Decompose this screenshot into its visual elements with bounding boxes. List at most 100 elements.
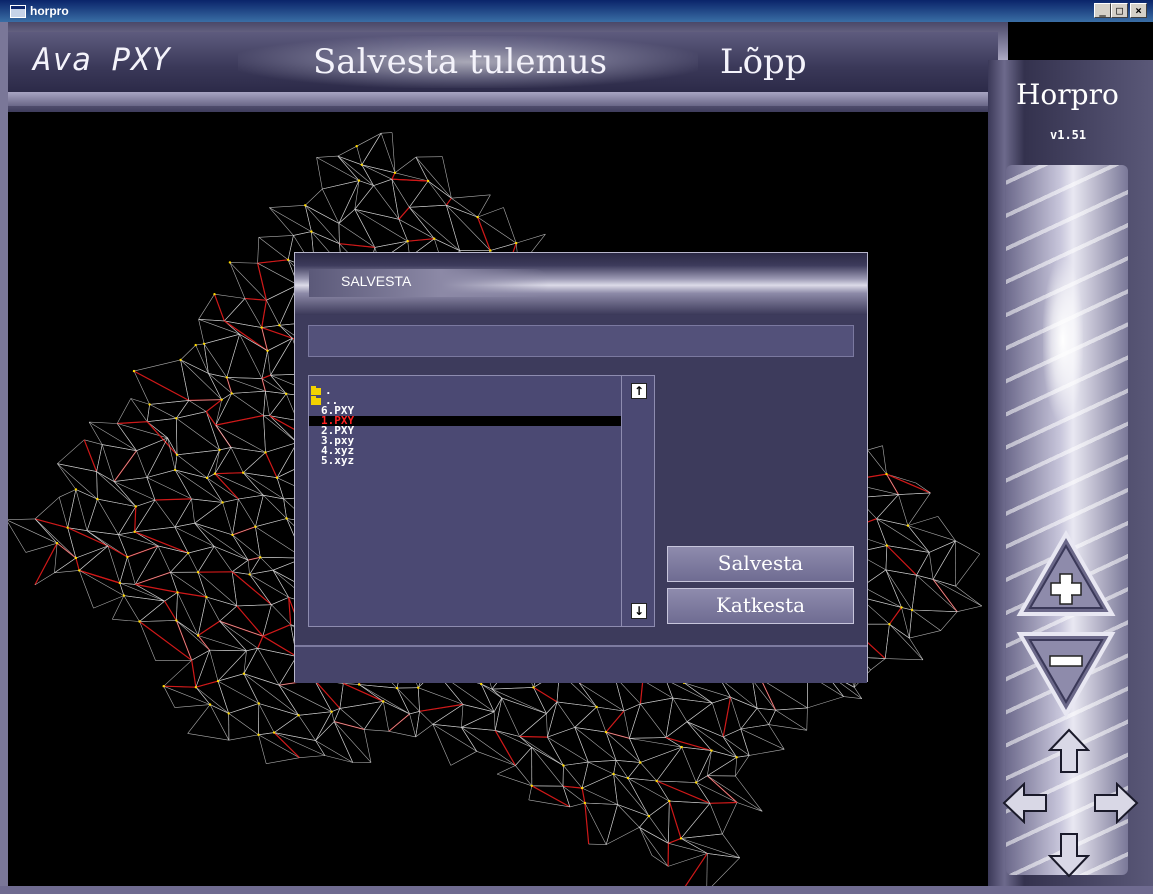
pan-left-button[interactable] xyxy=(1002,782,1048,824)
mesh-edge xyxy=(59,489,77,498)
file-item[interactable]: 2.PXY xyxy=(309,425,621,436)
mesh-edge xyxy=(494,697,503,731)
mesh-edge xyxy=(135,545,159,585)
mesh-node xyxy=(885,472,888,476)
maximize-button[interactable]: □ xyxy=(1111,3,1128,18)
mesh-edge xyxy=(229,262,267,301)
mesh-edge xyxy=(174,454,178,470)
mesh-edge xyxy=(937,516,956,541)
mesh-edge xyxy=(176,418,220,451)
mesh-edge xyxy=(907,516,939,526)
mesh-edge xyxy=(261,325,280,328)
cancel-button[interactable]: Katkesta xyxy=(667,588,854,624)
mesh-edge xyxy=(757,707,776,711)
pan-up-button[interactable] xyxy=(1048,728,1090,774)
mesh-edge xyxy=(569,802,585,808)
mesh-edge xyxy=(613,760,617,775)
mesh-edge xyxy=(242,452,266,473)
mesh-edge xyxy=(118,534,128,558)
mesh-node xyxy=(357,179,361,182)
mesh-edge xyxy=(356,146,363,165)
filename-input[interactable] xyxy=(308,325,854,357)
file-item[interactable]: 5.xyz xyxy=(309,455,621,466)
mesh-edge xyxy=(665,721,688,738)
window-titlebar[interactable]: horpro _ □ × xyxy=(0,0,1153,22)
mesh-edge xyxy=(427,180,452,199)
mesh-edge xyxy=(208,373,222,400)
file-item[interactable]: 1.PXY xyxy=(309,415,621,426)
mesh-node xyxy=(530,784,533,787)
mesh-edge xyxy=(581,787,618,805)
mesh-edge xyxy=(266,300,280,326)
mesh-edge xyxy=(888,607,902,625)
mesh-edge xyxy=(898,492,931,495)
mesh-edge xyxy=(361,133,382,165)
mesh-edge xyxy=(263,415,266,453)
mesh-node xyxy=(66,526,69,529)
mesh-edge xyxy=(116,423,137,451)
mesh-edge xyxy=(909,630,941,639)
mesh-edge xyxy=(170,552,189,573)
mesh-edge xyxy=(261,300,267,328)
mesh-edge xyxy=(54,557,77,574)
mesh-edge xyxy=(79,569,120,584)
mesh-edge xyxy=(957,605,982,612)
mesh-edge xyxy=(113,450,137,482)
mesh-edge xyxy=(117,421,148,425)
mesh-edge xyxy=(230,447,266,453)
mesh-edge xyxy=(146,421,178,456)
mesh-node xyxy=(74,556,78,560)
folder-item[interactable]: . xyxy=(309,385,621,396)
mesh-node xyxy=(162,685,165,688)
zoom-in-button[interactable] xyxy=(1016,530,1116,620)
folder-item[interactable]: .. xyxy=(309,395,621,406)
file-item[interactable]: 3.pxy xyxy=(309,435,621,446)
mesh-edge xyxy=(215,424,266,453)
mesh-node xyxy=(580,786,584,790)
menu-save-result[interactable]: Salvesta tulemus xyxy=(313,42,607,82)
mesh-edge xyxy=(313,679,341,709)
mesh-edge xyxy=(417,687,420,712)
scroll-down-button[interactable]: ↓ xyxy=(624,598,652,624)
pan-down-button[interactable] xyxy=(1048,832,1090,878)
mesh-edge xyxy=(768,724,807,731)
close-button[interactable]: × xyxy=(1130,3,1147,18)
zoom-out-button[interactable] xyxy=(1016,628,1116,718)
mesh-edge xyxy=(8,518,36,520)
minimize-button[interactable]: _ xyxy=(1094,3,1111,18)
mesh-edge xyxy=(932,579,958,612)
mesh-edge xyxy=(93,595,125,609)
menu-open-pxy[interactable]: Ava PXY xyxy=(33,42,171,78)
mesh-edge xyxy=(885,569,902,608)
file-list-scrollbar[interactable]: ↑ ↓ xyxy=(621,375,655,627)
mesh-node xyxy=(264,451,267,454)
mesh-edge xyxy=(228,734,259,741)
mesh-edge xyxy=(889,623,924,661)
mesh-edge xyxy=(462,704,495,713)
mesh-node xyxy=(382,700,385,703)
mesh-node xyxy=(647,814,651,818)
save-button[interactable]: Salvesta xyxy=(667,546,854,582)
mesh-edge xyxy=(562,785,583,789)
mesh-edge xyxy=(909,637,924,660)
file-item[interactable]: 4.xyz xyxy=(309,445,621,456)
mesh-edge xyxy=(298,711,332,716)
file-item[interactable]: 6.PXY xyxy=(309,405,621,416)
mesh-edge xyxy=(187,733,229,741)
mesh-edge xyxy=(164,600,177,621)
mesh-edge xyxy=(409,713,416,737)
mesh-edge xyxy=(876,518,930,553)
pan-right-button[interactable] xyxy=(1093,782,1139,824)
mesh-edge xyxy=(96,471,136,507)
menu-exit[interactable]: Lõpp xyxy=(720,42,807,82)
mesh-edge xyxy=(531,747,564,787)
mesh-node xyxy=(532,686,535,689)
mesh-edge xyxy=(149,400,189,405)
mesh-edge xyxy=(322,188,340,224)
mesh-edge xyxy=(446,204,478,218)
file-list[interactable]: ... 6.PXY 1.PXY 2.PXY 3.pxy 4.xyz 5.xyz xyxy=(308,375,622,627)
scroll-up-button[interactable]: ↑ xyxy=(624,378,652,404)
mesh-node xyxy=(285,392,288,395)
mesh-edge xyxy=(749,749,785,756)
mesh-node xyxy=(406,240,409,243)
